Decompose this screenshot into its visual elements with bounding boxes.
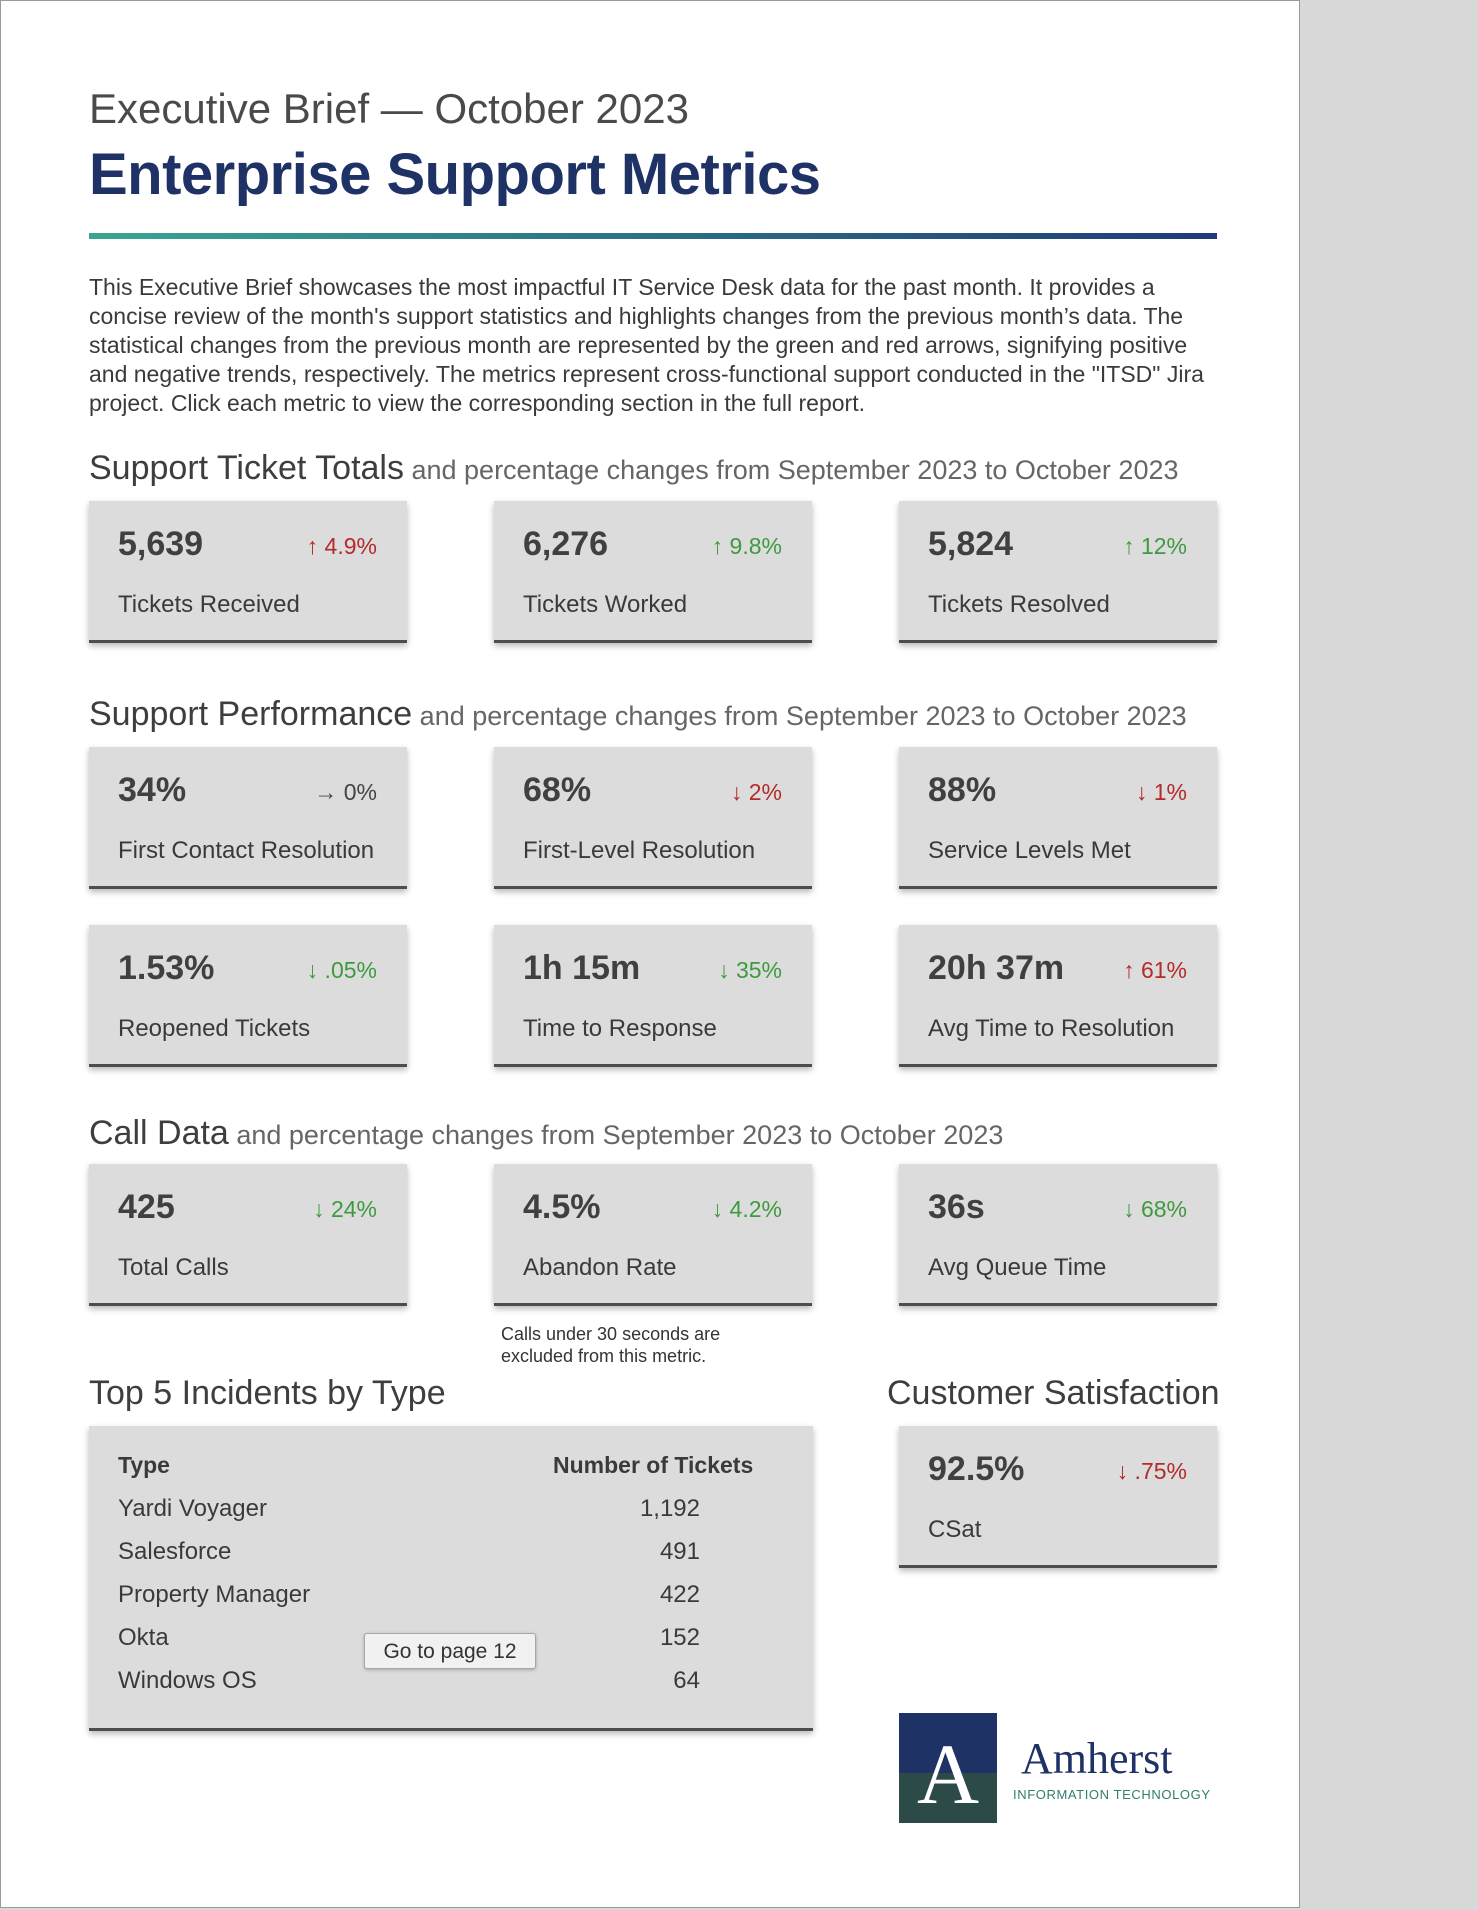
section-subtitle: and percentage changes from September 20… <box>412 701 1187 731</box>
metric-change: ↓ 68% <box>1123 1196 1187 1222</box>
metric-label: Time to Response <box>523 1015 717 1042</box>
metric-value: 68% <box>523 771 592 809</box>
viewer-gray-margin <box>1300 0 1478 1910</box>
metric-change: ↓ 1% <box>1135 779 1187 805</box>
metric-change: ↓ .05% <box>306 957 377 983</box>
metric-change: ↑ 4.9% <box>306 533 377 559</box>
metric-card-avg-queue-time[interactable]: 36s ↓ 68% Avg Queue Time <box>899 1164 1217 1306</box>
metric-label: Tickets Resolved <box>928 591 1110 618</box>
metric-change: ↑ 12% <box>1123 533 1187 559</box>
page-title: Enterprise Support Metrics <box>89 142 821 207</box>
metric-change: ↑ 9.8% <box>711 533 782 559</box>
metric-value: 5,824 <box>928 525 1014 563</box>
metric-change: ↓ .75% <box>1116 1458 1187 1484</box>
metric-value: 36s <box>928 1188 985 1226</box>
table-row: Yardi Voyager 1,192 <box>89 1495 813 1535</box>
logo-letter: A <box>917 1726 979 1822</box>
section-heading-incidents: Top 5 Incidents by Type <box>89 1374 446 1413</box>
metric-value: 20h 37m <box>928 949 1065 987</box>
abandon-rate-note: Calls under 30 seconds are excluded from… <box>501 1324 721 1366</box>
metric-card-tickets-resolved[interactable]: 5,824 ↑ 12% Tickets Resolved <box>899 501 1217 643</box>
incident-count: 422 <box>659 1581 700 1608</box>
section-title: Customer Satisfaction <box>887 1374 1220 1412</box>
incident-type: Windows OS <box>118 1667 257 1694</box>
metric-change: → 0% <box>314 779 377 805</box>
metric-value: 1h 15m <box>523 949 641 987</box>
metric-card-service-levels-met[interactable]: 88% ↓ 1% Service Levels Met <box>899 747 1217 889</box>
metric-value: 425 <box>118 1188 175 1226</box>
section-title: Top 5 Incidents by Type <box>89 1374 446 1412</box>
metric-card-abandon-rate[interactable]: 4.5% ↓ 4.2% Abandon Rate <box>494 1164 812 1306</box>
metric-card-total-calls[interactable]: 425 ↓ 24% Total Calls <box>89 1164 407 1306</box>
metric-value: 6,276 <box>523 525 609 563</box>
go-to-page-tooltip: Go to page 12 <box>364 1633 536 1669</box>
metric-card-reopened-tickets[interactable]: 1.53% ↓ .05% Reopened Tickets <box>89 925 407 1067</box>
section-subtitle: and percentage changes from September 20… <box>228 1120 1004 1150</box>
metric-label: First-Level Resolution <box>523 837 756 864</box>
metric-value: 92.5% <box>928 1450 1025 1488</box>
logo-tagline: INFORMATION TECHNOLOGY <box>1013 1787 1211 1802</box>
section-heading-csat: Customer Satisfaction <box>887 1374 1220 1413</box>
metric-label: Tickets Worked <box>523 591 688 618</box>
metric-label: Avg Queue Time <box>928 1254 1107 1281</box>
incident-type: Property Manager <box>118 1581 311 1608</box>
metric-card-csat[interactable]: 92.5% ↓ .75% CSat <box>899 1426 1217 1568</box>
metric-value: 1.53% <box>118 949 215 987</box>
metric-card-tickets-worked[interactable]: 6,276 ↑ 9.8% Tickets Worked <box>494 501 812 643</box>
column-header-count: Number of Tickets <box>553 1452 754 1478</box>
amherst-logo: A Amherst INFORMATION TECHNOLOGY <box>899 1713 1219 1823</box>
incident-count: 152 <box>659 1624 700 1651</box>
incident-count: 1,192 <box>639 1495 700 1522</box>
metric-change: ↓ 35% <box>718 957 782 983</box>
metric-label: Avg Time to Resolution <box>928 1015 1175 1042</box>
metric-card-first-level-resolution[interactable]: 68% ↓ 2% First-Level Resolution <box>494 747 812 889</box>
section-title: Support Performance <box>89 695 413 733</box>
metric-card-avg-time-to-resolution[interactable]: 20h 37m ↑ 61% Avg Time to Resolution <box>899 925 1217 1067</box>
section-title: Support Ticket Totals <box>89 449 404 487</box>
incidents-table[interactable]: Type Number of Tickets Yardi Voyager 1,1… <box>89 1426 813 1731</box>
incident-type: Salesforce <box>118 1538 232 1565</box>
logo-wordmark: Amherst <box>1021 1734 1173 1783</box>
table-row: Property Manager 422 <box>89 1581 813 1621</box>
metric-value: 88% <box>928 771 997 809</box>
title-divider <box>89 233 1217 239</box>
metric-change: ↑ 61% <box>1123 957 1187 983</box>
metric-card-first-contact-resolution[interactable]: 34% → 0% First Contact Resolution <box>89 747 407 889</box>
metric-card-tickets-received[interactable]: 5,639 ↑ 4.9% Tickets Received <box>89 501 407 643</box>
metric-change: ↓ 2% <box>730 779 782 805</box>
report-page: Executive Brief — October 2023 Enterpris… <box>0 0 1300 1908</box>
section-heading-calls: Call Data and percentage changes from Se… <box>89 1114 1003 1153</box>
metric-value: 5,639 <box>118 525 204 563</box>
metric-change: ↓ 4.2% <box>711 1196 782 1222</box>
incident-count: 491 <box>659 1538 700 1565</box>
metric-label: First Contact Resolution <box>118 837 375 864</box>
incident-type: Yardi Voyager <box>118 1495 267 1522</box>
metric-label: Service Levels Met <box>928 837 1131 864</box>
metric-value: 4.5% <box>523 1188 601 1226</box>
metric-label: Abandon Rate <box>523 1254 677 1281</box>
column-header-type: Type <box>118 1452 170 1478</box>
amherst-logo-mark-icon: A <box>899 1713 997 1823</box>
metric-label: Reopened Tickets <box>118 1015 311 1042</box>
table-row: Salesforce 491 <box>89 1538 813 1578</box>
incident-count: 64 <box>673 1667 700 1694</box>
incident-type: Okta <box>118 1624 169 1651</box>
metric-label: Tickets Received <box>118 591 300 618</box>
section-heading-performance: Support Performance and percentage chang… <box>89 695 1187 734</box>
page-subtitle: Executive Brief — October 2023 <box>89 85 689 132</box>
metric-value: 34% <box>118 771 187 809</box>
table-row: Windows OS 64 <box>89 1667 813 1707</box>
section-heading-totals: Support Ticket Totals and percentage cha… <box>89 449 1179 488</box>
section-subtitle: and percentage changes from September 20… <box>403 455 1179 485</box>
metric-label: CSat <box>928 1516 982 1543</box>
metric-card-time-to-response[interactable]: 1h 15m ↓ 35% Time to Response <box>494 925 812 1067</box>
metric-label: Total Calls <box>118 1254 229 1281</box>
intro-paragraph: This Executive Brief showcases the most … <box>89 274 1204 416</box>
section-title: Call Data <box>89 1114 229 1152</box>
metric-change: ↓ 24% <box>313 1196 377 1222</box>
